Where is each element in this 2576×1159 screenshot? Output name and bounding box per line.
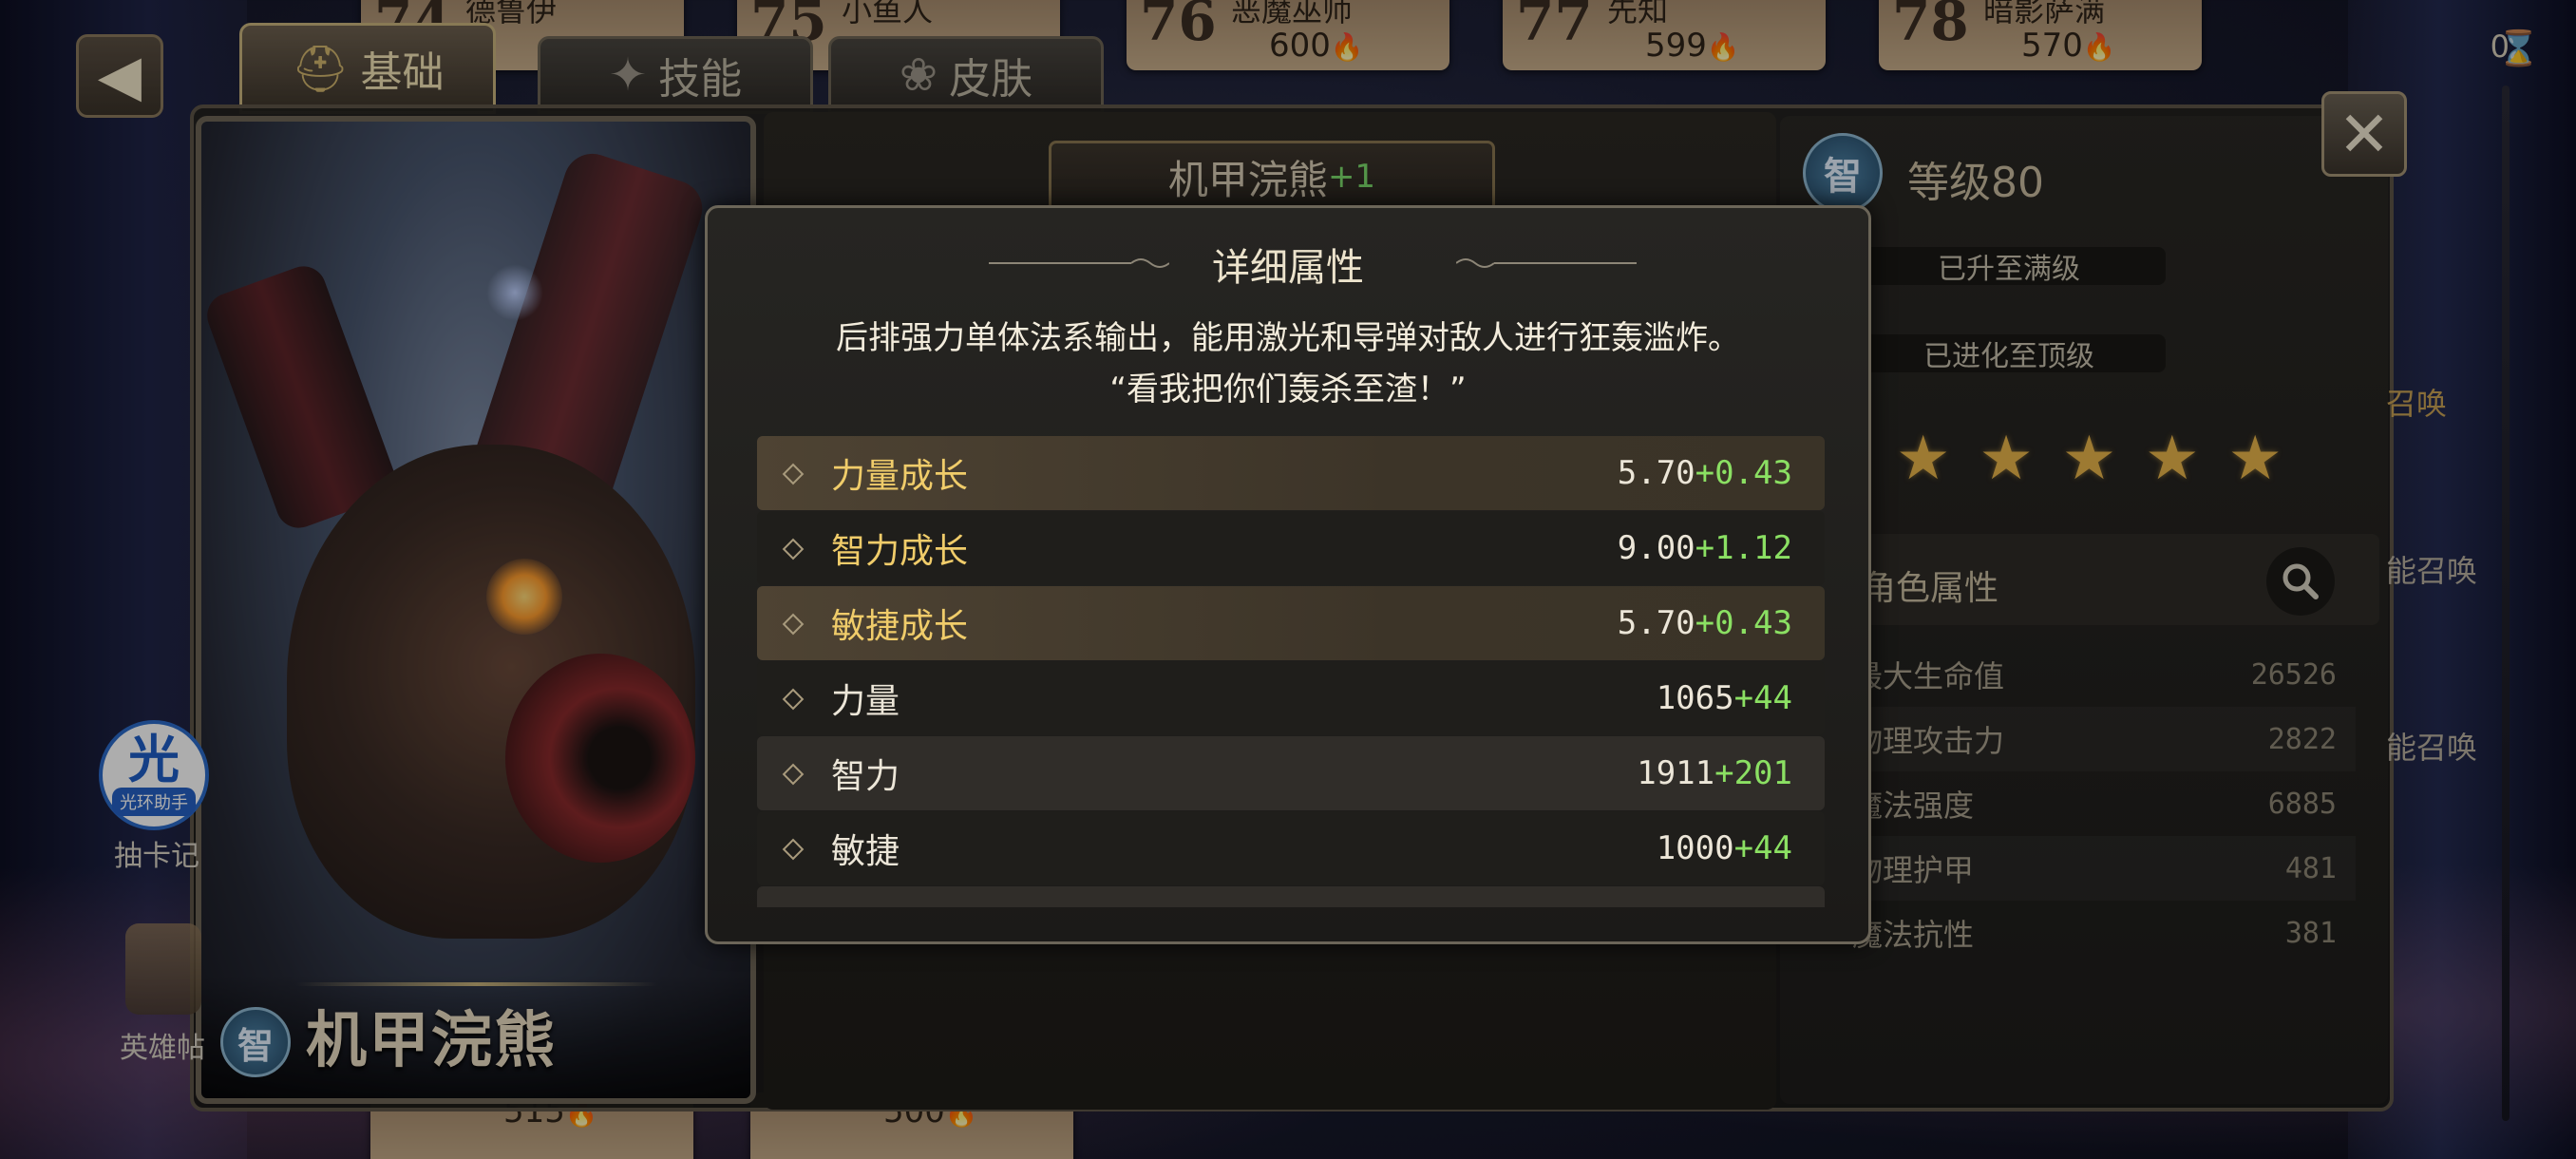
stat-name: 敏捷 [831,832,900,871]
detail-attributes-dialog: 详细属性 后排强力单体法系输出，能用激光和导弹对敌人进行狂轰滥炸。 “看我把你们… [705,205,1871,944]
hero-quote: “看我把你们轰杀至渣！” [1109,370,1467,408]
stat-list[interactable]: 力量成长 5.70+0.43 智力成长 9.00+1.12 敏捷成长 5.70+… [757,436,1825,907]
diamond-bullet-icon [782,463,805,485]
hero-description-line: 后排强力单体法系输出，能用激光和导弹对敌人进行狂轰滥炸。 [836,319,1740,357]
stat-value: 5.70+0.43 [1618,454,1792,492]
stat-base: 1911 [1637,754,1715,792]
stat-name: 力量 [831,682,900,721]
stat-bonus: +0.43 [1695,604,1792,642]
diamond-bullet-icon [782,613,805,636]
hero-description: 后排强力单体法系输出，能用激光和导弹对敌人进行狂轰滥炸。 “看我把你们轰杀至渣！… [708,313,1868,415]
stat-value: 1065+44 [1657,679,1792,717]
stat-name: 敏捷成长 [831,607,969,646]
stat-base: 1000 [1656,829,1734,867]
title-ornament-right [1456,258,1637,268]
stat-row: 智力 1911+201 [757,736,1825,810]
stat-base: 5.70 [1617,454,1695,492]
stat-bonus: +201 [1714,754,1792,792]
stat-value: 5.70+0.43 [1618,604,1792,642]
diamond-bullet-icon [782,538,805,560]
dialog-title: 详细属性 [1212,246,1364,290]
stat-bonus: +0.43 [1695,454,1792,492]
stat-row: 敏捷 1000+44 [757,811,1825,885]
stat-value: 9.00+1.12 [1618,529,1792,567]
stat-row: 力量 1065+44 [757,661,1825,735]
stat-name: 智力成长 [831,532,969,571]
stat-row: 敏捷成长 5.70+0.43 [757,586,1825,660]
stat-base: 9.00 [1617,529,1695,567]
stat-name: 力量成长 [831,457,969,496]
diamond-bullet-icon [782,763,805,786]
stat-base: 5.70 [1617,604,1695,642]
diamond-bullet-icon [782,688,805,711]
stat-value: 1911+201 [1637,754,1792,792]
stat-bonus: +44 [1733,829,1792,867]
stat-row: 力量成长 5.70+0.43 [757,436,1825,510]
stat-value: 1000+44 [1657,829,1792,867]
stat-base: 1065 [1656,679,1734,717]
stat-bonus: +1.12 [1695,529,1792,567]
stat-name: 智力 [831,757,900,796]
stat-bonus: +44 [1733,679,1792,717]
stat-row-partial [757,886,1825,907]
diamond-bullet-icon [782,838,805,861]
stat-row: 智力成长 9.00+1.12 [757,511,1825,585]
